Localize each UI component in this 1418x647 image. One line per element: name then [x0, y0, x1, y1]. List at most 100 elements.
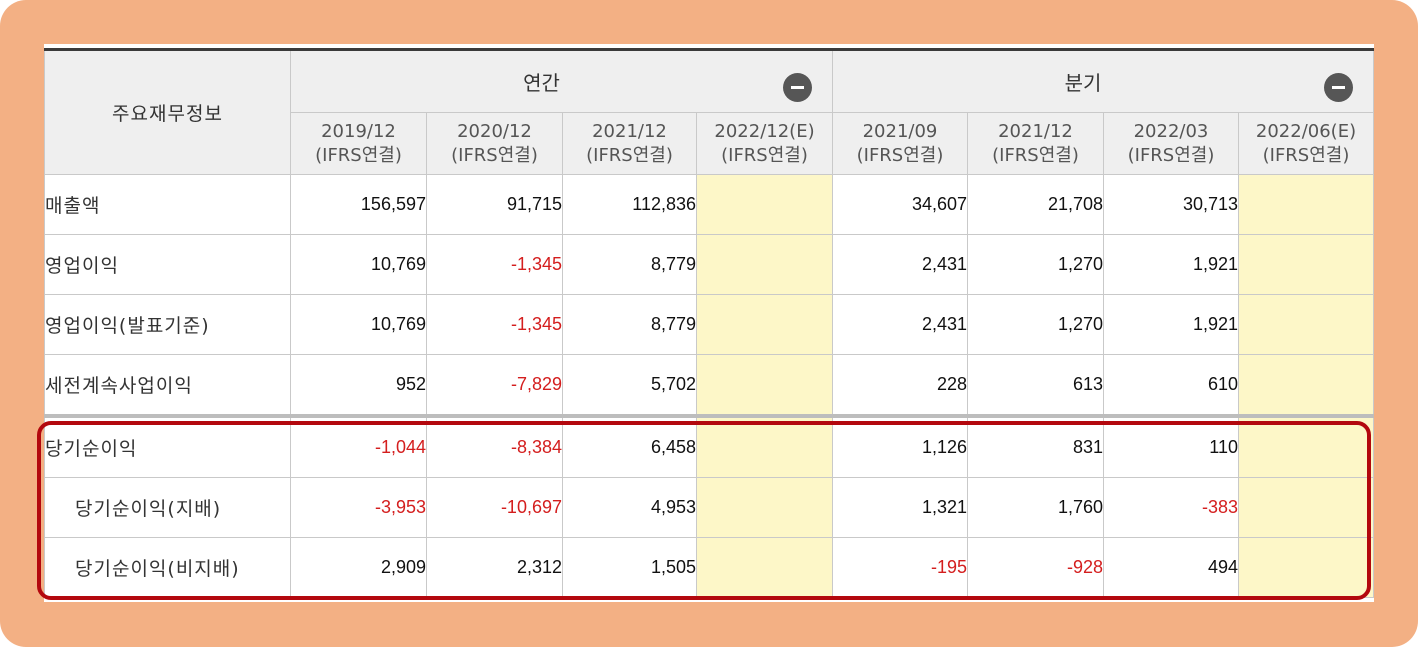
estimate-cell: [696, 294, 833, 355]
estimate-cell: [1238, 537, 1374, 598]
value-cell: 21,708: [967, 174, 1104, 235]
value-cell: 1,321: [832, 477, 968, 538]
period-basis: (IFRS연결): [992, 144, 1079, 166]
row-label: 당기순이익(비지배): [44, 537, 291, 598]
estimate-cell: [1238, 354, 1374, 417]
estimate-cell: [696, 234, 833, 295]
value-cell: 34,607: [832, 174, 968, 235]
estimate-cell: [696, 414, 833, 478]
group-header-quarterly: 분기: [832, 48, 1374, 113]
value-cell: -1,345: [426, 234, 563, 295]
value-cell: -195: [832, 537, 968, 598]
period-header-1: 2020/12 (IFRS연결): [426, 112, 563, 175]
value-cell: -8,384: [426, 414, 563, 478]
period-header-0: 2019/12 (IFRS연결): [290, 112, 427, 175]
period-label: 2020/12: [457, 120, 532, 142]
collapse-quarterly-minus-icon[interactable]: [1324, 73, 1353, 102]
value-cell: -7,829: [426, 354, 563, 417]
value-cell: 110: [1103, 414, 1239, 478]
table-row: 영업이익 10,769 -1,345 8,779 2,431 1,270 1,921: [44, 234, 1374, 295]
value-cell: 8,779: [562, 234, 697, 295]
estimate-cell: [1238, 477, 1374, 538]
collapse-annual-minus-icon[interactable]: [783, 73, 812, 102]
value-cell: 613: [967, 354, 1104, 417]
value-cell: 10,769: [290, 294, 427, 355]
value-cell: -383: [1103, 477, 1239, 538]
value-cell: 610: [1103, 354, 1239, 417]
row-label: 당기순이익: [44, 414, 291, 478]
period-basis: (IFRS연결): [451, 144, 538, 166]
estimate-cell: [696, 537, 833, 598]
estimate-cell: [1238, 414, 1374, 478]
value-cell: 1,921: [1103, 234, 1239, 295]
value-cell: 1,126: [832, 414, 968, 478]
value-cell: 1,505: [562, 537, 697, 598]
row-label: 영업이익(발표기준): [44, 294, 291, 355]
table-row: 매출액 156,597 91,715 112,836 34,607 21,708 30,71…: [44, 174, 1374, 235]
value-cell: 2,909: [290, 537, 427, 598]
value-cell: -10,697: [426, 477, 563, 538]
estimate-cell: [1238, 174, 1374, 235]
period-label: 2021/12: [592, 120, 667, 142]
row-label: 영업이익: [44, 234, 291, 295]
value-cell: 1,270: [967, 234, 1104, 295]
period-label: 2022/06(E): [1255, 120, 1357, 142]
table-corner-label: 주요재무정보: [44, 48, 291, 175]
period-basis: (IFRS연결): [315, 144, 402, 166]
group-label-annual: 연간: [523, 71, 560, 95]
group-label-quarterly: 분기: [1064, 71, 1102, 95]
period-basis: (IFRS연결): [1127, 144, 1215, 166]
value-cell: 1,760: [967, 477, 1104, 538]
estimate-cell: [696, 354, 833, 417]
period-header-7: 2022/06(E) (IFRS연결): [1238, 112, 1374, 175]
value-cell: 2,431: [832, 234, 968, 295]
value-cell: 831: [967, 414, 1104, 478]
value-cell: -1,044: [290, 414, 427, 478]
financial-summary-table: 주요재무정보 연간 분기 2019/12 (IFRS연결) 2020/12 (IFRS…: [44, 48, 1374, 598]
value-cell: 91,715: [426, 174, 563, 235]
value-cell: -1,345: [426, 294, 563, 355]
period-label: 2019/12: [321, 120, 396, 142]
period-header-5: 2021/12 (IFRS연결): [967, 112, 1104, 175]
value-cell: 1,270: [967, 294, 1104, 355]
row-label: 당기순이익(지배): [44, 477, 291, 538]
period-basis: (IFRS연결): [586, 144, 673, 166]
period-basis: (IFRS연결): [1262, 144, 1350, 166]
period-header-3: 2022/12(E) (IFRS연결): [696, 112, 833, 175]
group-header-annual: 연간: [290, 48, 833, 113]
table-row: 당기순이익 -1,044 -8,384 6,458 1,126 831 110: [44, 414, 1374, 478]
table-row: 당기순이익(지배) -3,953 -10,697 4,953 1,321 1,760 -38…: [44, 477, 1374, 538]
period-label: 2022/12(E): [714, 120, 815, 142]
value-cell: 1,921: [1103, 294, 1239, 355]
value-cell: 4,953: [562, 477, 697, 538]
period-header-4: 2021/09 (IFRS연결): [832, 112, 968, 175]
period-label: 2022/03: [1133, 120, 1209, 142]
value-cell: 2,431: [832, 294, 968, 355]
value-cell: 5,702: [562, 354, 697, 417]
value-cell: -928: [967, 537, 1104, 598]
value-cell: 112,836: [562, 174, 697, 235]
estimate-cell: [696, 477, 833, 538]
row-label: 세전계속사업이익: [44, 354, 291, 417]
value-cell: 952: [290, 354, 427, 417]
period-label: 2021/12: [998, 120, 1073, 142]
period-label: 2021/09: [862, 120, 938, 142]
estimate-cell: [1238, 294, 1374, 355]
table-row: 영업이익(발표기준) 10,769 -1,345 8,779 2,431 1,270 1,9…: [44, 294, 1374, 355]
value-cell: 30,713: [1103, 174, 1239, 235]
value-cell: 228: [832, 354, 968, 417]
period-header-2: 2021/12 (IFRS연결): [562, 112, 697, 175]
value-cell: 6,458: [562, 414, 697, 478]
period-header-6: 2022/03 (IFRS연결): [1103, 112, 1239, 175]
table-row: 세전계속사업이익 952 -7,829 5,702 228 613 610: [44, 354, 1374, 417]
row-label: 매출액: [44, 174, 291, 235]
estimate-cell: [1238, 234, 1374, 295]
value-cell: 10,769: [290, 234, 427, 295]
value-cell: 2,312: [426, 537, 563, 598]
value-cell: 156,597: [290, 174, 427, 235]
table-row: 당기순이익(비지배) 2,909 2,312 1,505 -195 -928 494: [44, 537, 1374, 598]
period-basis: (IFRS연결): [856, 144, 944, 166]
value-cell: 494: [1103, 537, 1239, 598]
period-basis: (IFRS연결): [721, 144, 808, 166]
estimate-cell: [696, 174, 833, 235]
